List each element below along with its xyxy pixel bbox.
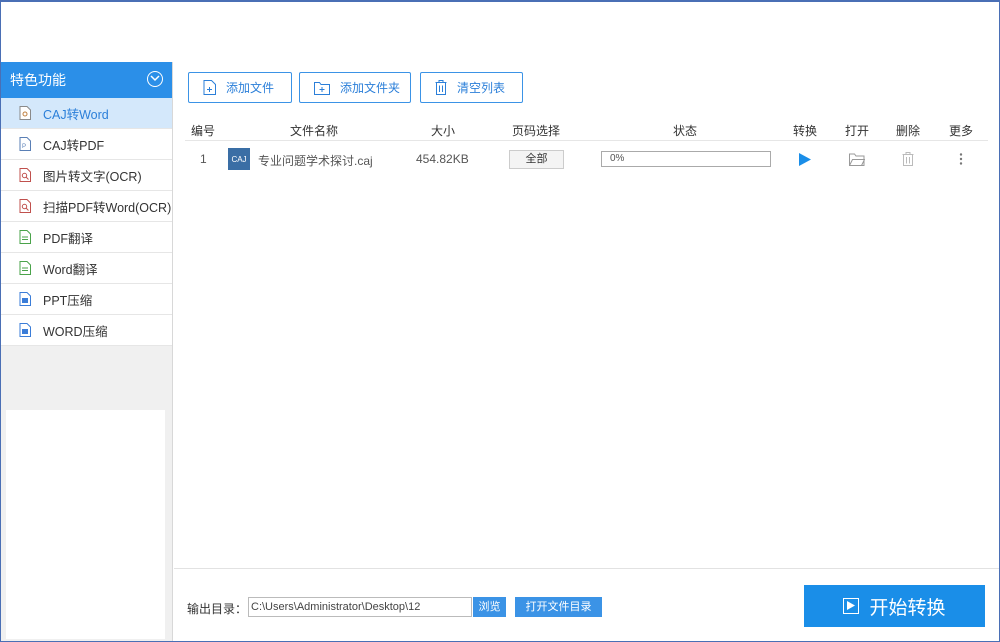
sidebar-item-label: CAJ转PDF	[43, 138, 105, 153]
caj-file-icon: CAJ	[228, 148, 250, 170]
progress-text: 0%	[610, 153, 625, 164]
row-filename: 专业问题学术探讨.caj	[258, 154, 373, 168]
clear-list-label: 清空列表	[457, 81, 506, 95]
add-file-button[interactable]: 添加文件	[188, 72, 292, 103]
sidebar-title: 特色功能	[10, 72, 66, 88]
sidebar-item-word-compress[interactable]: WORD压缩	[1, 315, 172, 346]
sidebar-item-label: 图片转文字(OCR)	[43, 169, 142, 184]
word-compress-icon	[19, 323, 31, 337]
col-convert: 转换	[793, 124, 818, 138]
sidebar-item-label: PPT压缩	[43, 293, 93, 308]
trash-icon	[435, 80, 447, 95]
ppt-compress-icon	[19, 292, 31, 306]
add-file-icon	[203, 80, 216, 95]
sidebar-item-caj-to-word[interactable]: CAJ转Word	[1, 98, 172, 129]
delete-icon[interactable]	[902, 152, 914, 166]
col-page-select: 页码选择	[512, 124, 561, 138]
sidebar: 特色功能 CAJ转Word P CAJ转PDF 图片转文字(OCR) 扫描PDF…	[1, 62, 173, 641]
more-vertical-icon[interactable]	[959, 152, 963, 166]
sidebar-item-label: PDF翻译	[43, 231, 94, 246]
svg-text:P: P	[22, 144, 26, 150]
col-size: 大小	[431, 124, 456, 138]
start-convert-label: 开始转换	[869, 597, 946, 619]
col-more: 更多	[949, 124, 974, 138]
open-folder-icon[interactable]	[849, 153, 865, 166]
pdf-translate-icon	[19, 230, 31, 244]
image-ocr-icon	[19, 168, 31, 182]
sidebar-item-scan-pdf-ocr[interactable]: 扫描PDF转Word(OCR)	[1, 191, 172, 222]
sidebar-item-ppt-compress[interactable]: PPT压缩	[1, 284, 172, 315]
add-folder-label: 添加文件夹	[340, 81, 401, 95]
title-bar	[1, 2, 999, 62]
collapse-chevron-icon[interactable]	[147, 71, 163, 87]
col-filename: 文件名称	[290, 124, 339, 138]
progress-bar: 0%	[601, 151, 771, 167]
row-index: 1	[200, 152, 207, 166]
browse-button[interactable]: 浏览	[473, 597, 506, 617]
caj-doc-icon	[19, 106, 31, 120]
output-dir-label: 输出目录：	[187, 602, 248, 616]
row-size: 454.82KB	[416, 152, 469, 166]
col-delete: 删除	[896, 124, 921, 138]
col-open: 打开	[845, 124, 870, 138]
sidebar-blank-panel	[6, 410, 165, 639]
scan-ocr-icon	[19, 199, 31, 213]
sidebar-item-label: Word翻译	[43, 262, 98, 277]
add-folder-button[interactable]: 添加文件夹	[299, 72, 411, 103]
play-convert-icon[interactable]	[799, 153, 811, 166]
sidebar-item-label: WORD压缩	[43, 324, 108, 339]
col-index: 编号	[191, 124, 216, 138]
start-convert-button[interactable]: 开始转换	[804, 585, 985, 627]
word-translate-icon	[19, 261, 31, 275]
page-select-button[interactable]: 全部	[509, 150, 564, 169]
start-icon	[843, 598, 860, 614]
pdf-doc-icon: P	[19, 137, 31, 151]
footer-divider	[174, 568, 999, 569]
open-directory-button[interactable]: 打开文件目录	[515, 597, 602, 617]
add-file-label: 添加文件	[226, 81, 275, 95]
col-status: 状态	[673, 124, 698, 138]
output-dir-field[interactable]: C:\Users\Administrator\Desktop\12	[248, 597, 472, 617]
sidebar-header[interactable]: 特色功能	[1, 62, 172, 98]
table-row[interactable]: 1 CAJ 专业问题学术探讨.caj 454.82KB 全部 0%	[185, 144, 988, 174]
clear-list-button[interactable]: 清空列表	[420, 72, 523, 103]
sidebar-item-label: CAJ转Word	[43, 107, 109, 122]
sidebar-item-caj-to-pdf[interactable]: P CAJ转PDF	[1, 129, 172, 160]
sidebar-item-word-translate[interactable]: Word翻译	[1, 253, 172, 284]
sidebar-item-image-ocr[interactable]: 图片转文字(OCR)	[1, 160, 172, 191]
sidebar-item-pdf-translate[interactable]: PDF翻译	[1, 222, 172, 253]
sidebar-item-label: 扫描PDF转Word(OCR)	[43, 200, 172, 215]
file-table-header: 编号 文件名称 大小 页码选择 状态 转换 打开 删除 更多	[185, 119, 988, 141]
add-folder-icon	[314, 81, 330, 95]
